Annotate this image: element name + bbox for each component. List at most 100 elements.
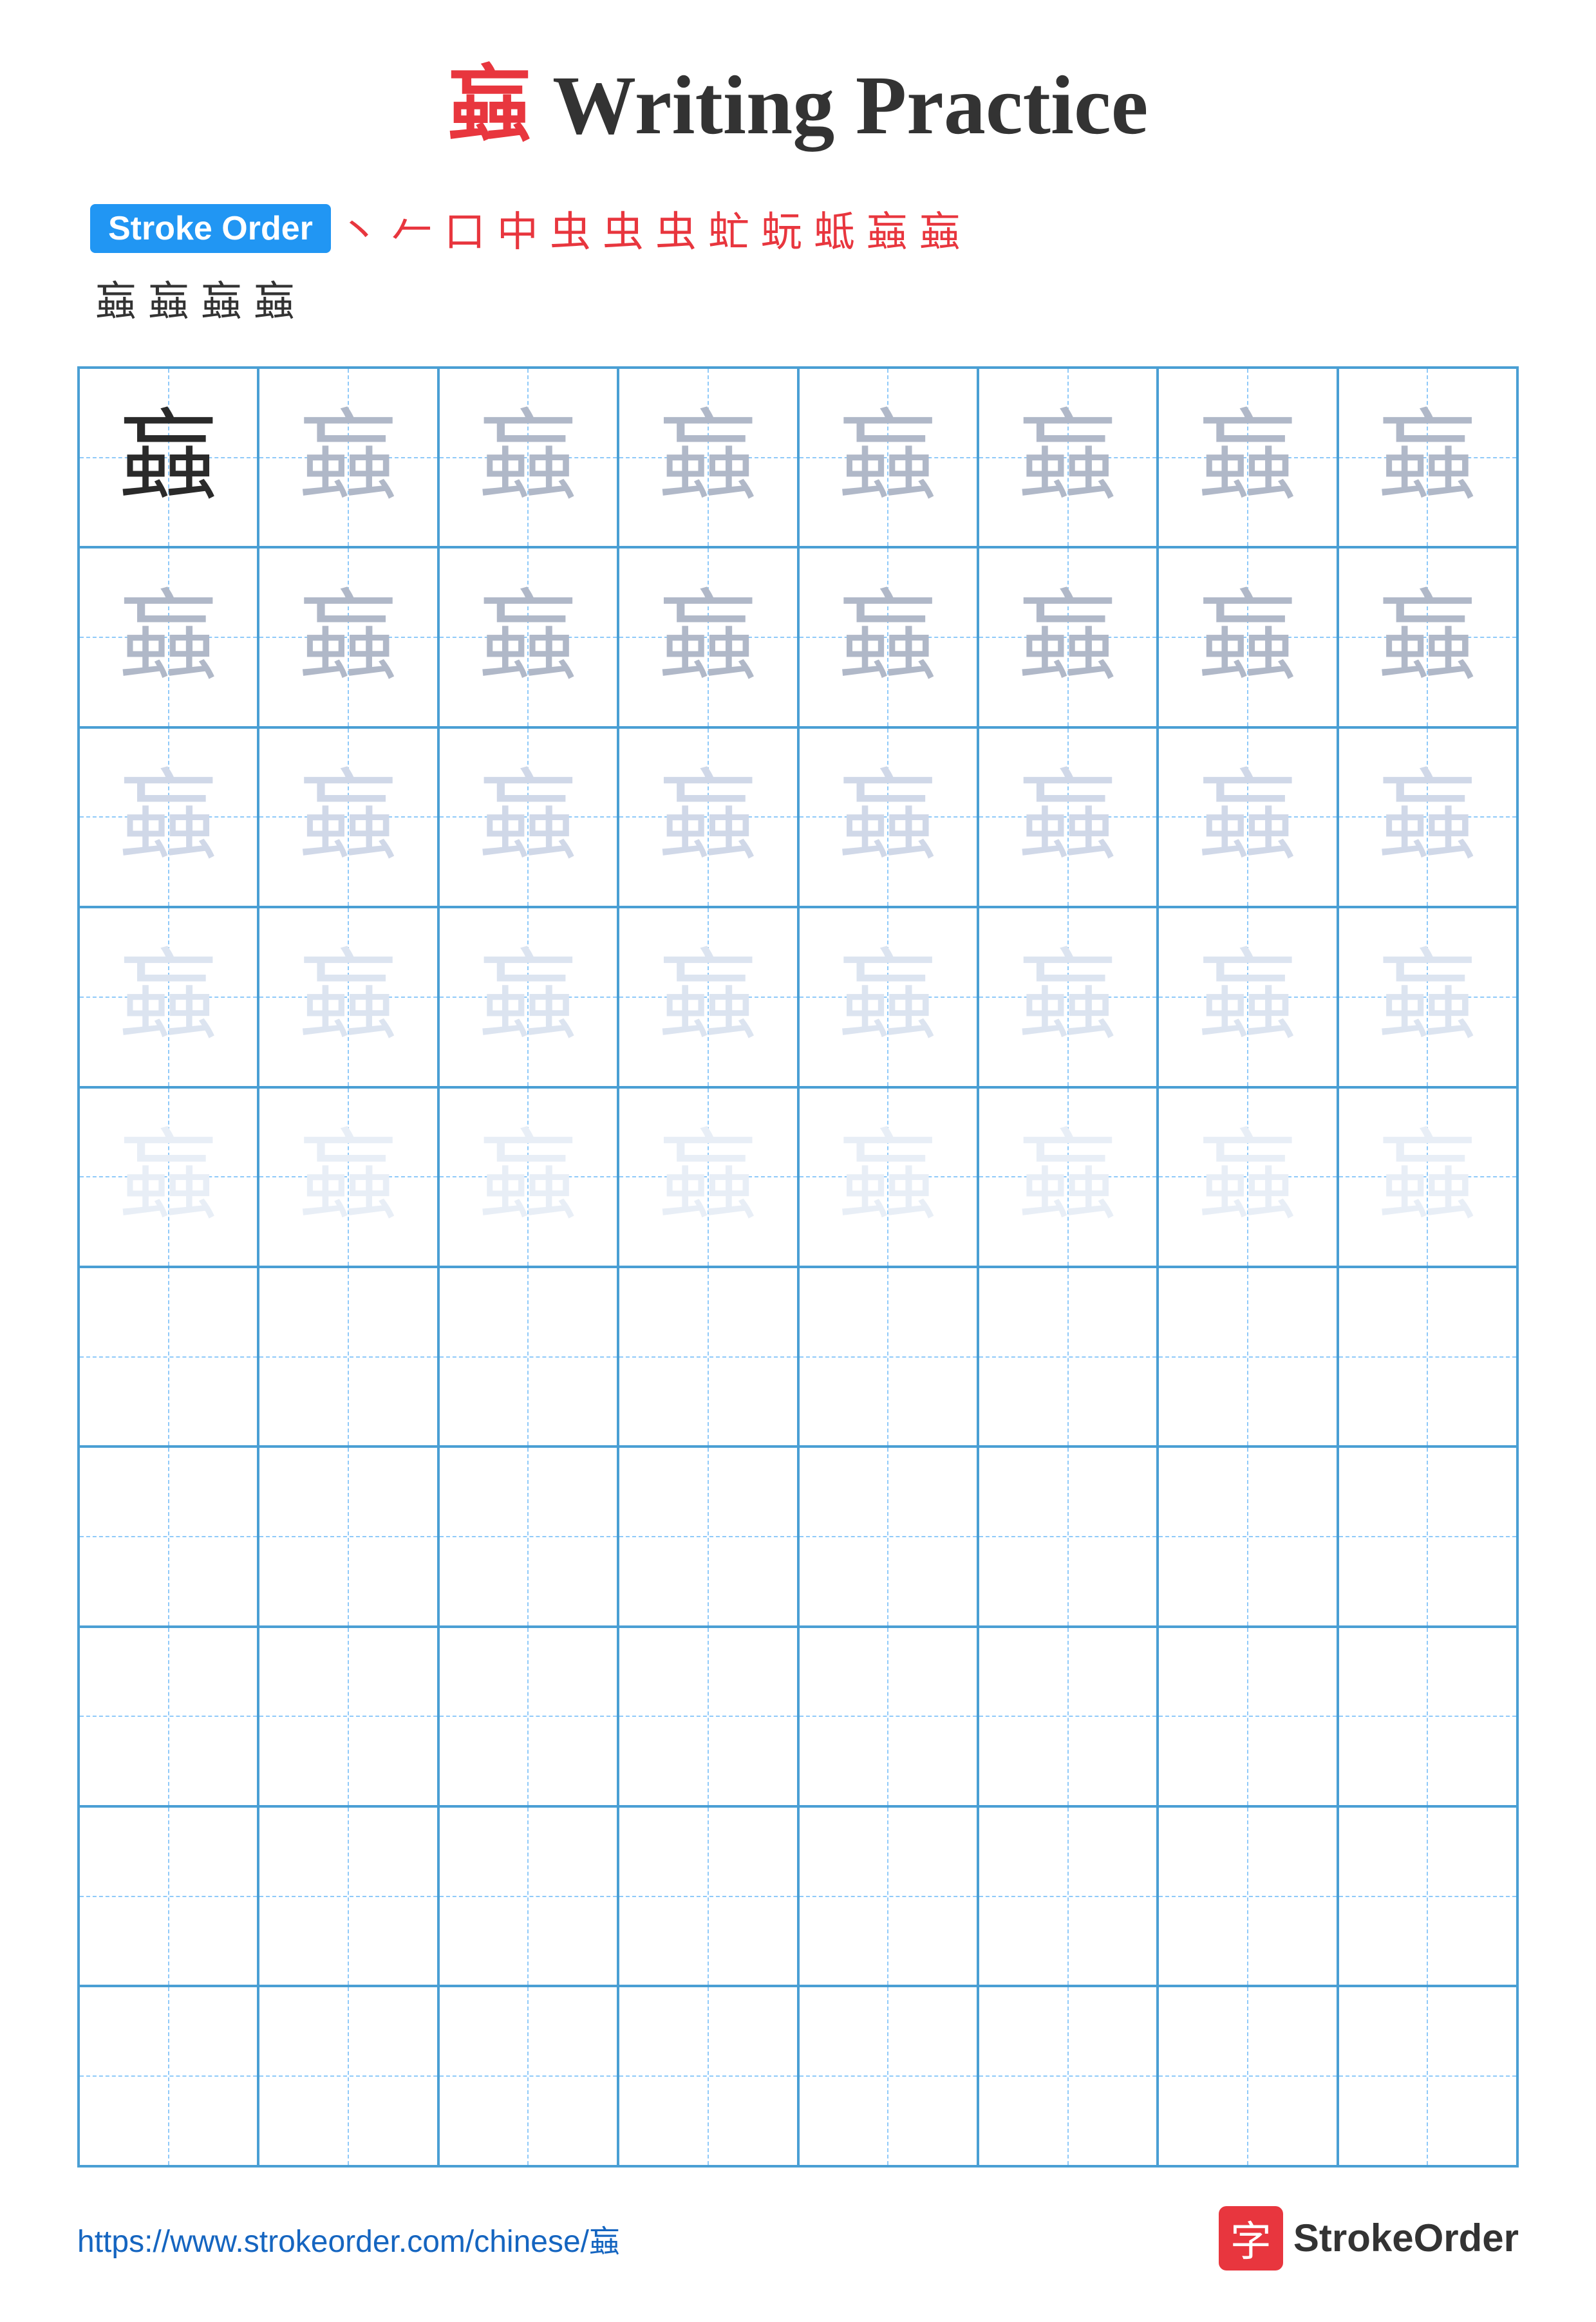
- grid-cell[interactable]: [798, 1986, 978, 2166]
- grid-cell[interactable]: [1158, 1986, 1337, 2166]
- grid-cell[interactable]: 蝱: [798, 547, 978, 727]
- grid-cell[interactable]: [79, 1806, 258, 1986]
- stroke-5: 虫: [550, 199, 591, 258]
- grid-cell[interactable]: [258, 1986, 438, 2166]
- grid-cell[interactable]: 蝱: [79, 368, 258, 547]
- grid-cell[interactable]: 蝱: [1158, 368, 1337, 547]
- grid-cell[interactable]: 蝱: [618, 1087, 798, 1267]
- grid-cell[interactable]: 蝱: [1158, 1087, 1337, 1267]
- grid-cell[interactable]: 蝱: [798, 907, 978, 1087]
- grid-cell[interactable]: [1158, 1806, 1337, 1986]
- grid-cell[interactable]: [258, 1627, 438, 1806]
- grid-cell[interactable]: [1338, 1627, 1517, 1806]
- grid-cell[interactable]: 蝱: [1158, 547, 1337, 727]
- grid-cell[interactable]: [798, 1806, 978, 1986]
- grid-cell[interactable]: 蝱: [618, 547, 798, 727]
- grid-cell[interactable]: [438, 1627, 618, 1806]
- grid-cell[interactable]: 蝱: [1338, 547, 1517, 727]
- grid-cell[interactable]: [79, 1267, 258, 1447]
- grid-cell[interactable]: 蝱: [258, 1087, 438, 1267]
- grid-cell[interactable]: 蝱: [978, 547, 1158, 727]
- grid-cell[interactable]: [438, 1806, 618, 1986]
- grid-cell[interactable]: [618, 1627, 798, 1806]
- grid-cell[interactable]: 蝱: [438, 1087, 618, 1267]
- stroke-r2-1: 蝱: [95, 268, 136, 328]
- practice-char: 蝱: [658, 1127, 758, 1227]
- practice-char: 蝱: [118, 407, 218, 507]
- grid-row-3: 蝱 蝱 蝱 蝱 蝱 蝱 蝱 蝱: [79, 727, 1517, 907]
- practice-char: 蝱: [478, 407, 578, 507]
- grid-cell[interactable]: [79, 1986, 258, 2166]
- grid-cell[interactable]: 蝱: [438, 907, 618, 1087]
- grid-cell[interactable]: 蝱: [79, 1087, 258, 1267]
- practice-char: 蝱: [838, 767, 938, 867]
- grid-cell[interactable]: 蝱: [1338, 727, 1517, 907]
- grid-cell[interactable]: [798, 1447, 978, 1626]
- grid-cell[interactable]: [258, 1447, 438, 1626]
- practice-char: 蝱: [838, 947, 938, 1047]
- title-suffix: Writing Practice: [532, 59, 1149, 152]
- grid-cell[interactable]: [1338, 1986, 1517, 2166]
- grid-row-5: 蝱 蝱 蝱 蝱 蝱 蝱 蝱 蝱: [79, 1087, 1517, 1267]
- grid-cell[interactable]: [978, 1627, 1158, 1806]
- grid-cell[interactable]: [1338, 1806, 1517, 1986]
- grid-cell[interactable]: [1158, 1627, 1337, 1806]
- grid-cell[interactable]: [1338, 1267, 1517, 1447]
- grid-cell[interactable]: [1158, 1267, 1337, 1447]
- practice-char: 蝱: [1378, 767, 1478, 867]
- grid-cell[interactable]: 蝱: [258, 727, 438, 907]
- grid-cell[interactable]: [258, 1267, 438, 1447]
- grid-cell[interactable]: 蝱: [978, 368, 1158, 547]
- grid-cell[interactable]: [978, 1267, 1158, 1447]
- grid-cell[interactable]: [79, 1447, 258, 1626]
- grid-cell[interactable]: [618, 1267, 798, 1447]
- grid-cell[interactable]: [438, 1447, 618, 1626]
- practice-char: 蝱: [478, 947, 578, 1047]
- grid-cell[interactable]: 蝱: [79, 907, 258, 1087]
- grid-cell[interactable]: 蝱: [1158, 727, 1337, 907]
- stroke-3: 口: [444, 199, 485, 258]
- grid-cell[interactable]: 蝱: [258, 907, 438, 1087]
- grid-cell[interactable]: [978, 1447, 1158, 1626]
- grid-cell[interactable]: 蝱: [438, 368, 618, 547]
- grid-cell[interactable]: 蝱: [258, 368, 438, 547]
- grid-cell[interactable]: 蝱: [618, 727, 798, 907]
- grid-cell[interactable]: 蝱: [978, 727, 1158, 907]
- grid-cell[interactable]: 蝱: [438, 547, 618, 727]
- grid-cell[interactable]: 蝱: [798, 727, 978, 907]
- grid-cell[interactable]: [438, 1267, 618, 1447]
- grid-cell[interactable]: [258, 1806, 438, 1986]
- grid-cell[interactable]: [798, 1267, 978, 1447]
- grid-cell[interactable]: 蝱: [438, 727, 618, 907]
- practice-char: 蝱: [1378, 947, 1478, 1047]
- grid-cell[interactable]: [79, 1627, 258, 1806]
- grid-cell[interactable]: [1158, 1447, 1337, 1626]
- grid-cell[interactable]: 蝱: [79, 727, 258, 907]
- grid-cell[interactable]: [618, 1986, 798, 2166]
- grid-cell[interactable]: 蝱: [798, 368, 978, 547]
- grid-cell[interactable]: 蝱: [618, 907, 798, 1087]
- grid-cell[interactable]: 蝱: [79, 547, 258, 727]
- stroke-11: 蝱: [867, 199, 908, 258]
- grid-cell[interactable]: 蝱: [258, 547, 438, 727]
- grid-cell[interactable]: [798, 1627, 978, 1806]
- practice-char: 蝱: [1018, 1127, 1118, 1227]
- grid-cell[interactable]: 蝱: [1158, 907, 1337, 1087]
- grid-cell[interactable]: 蝱: [1338, 907, 1517, 1087]
- grid-cell[interactable]: 蝱: [618, 368, 798, 547]
- grid-cell[interactable]: 蝱: [1338, 1087, 1517, 1267]
- grid-cell[interactable]: [1338, 1447, 1517, 1626]
- grid-cell[interactable]: 蝱: [978, 1087, 1158, 1267]
- footer-url[interactable]: https://www.strokeorder.com/chinese/蝱: [77, 2216, 620, 2261]
- grid-cell[interactable]: [618, 1447, 798, 1626]
- practice-char: 蝱: [1378, 1127, 1478, 1227]
- stroke-r2-4: 蝱: [254, 268, 295, 328]
- grid-cell[interactable]: 蝱: [1338, 368, 1517, 547]
- grid-cell[interactable]: 蝱: [978, 907, 1158, 1087]
- grid-cell[interactable]: [978, 1806, 1158, 1986]
- grid-cell[interactable]: [978, 1986, 1158, 2166]
- grid-cell[interactable]: [618, 1806, 798, 1986]
- grid-cell[interactable]: 蝱: [798, 1087, 978, 1267]
- stroke-12: 蝱: [919, 199, 961, 258]
- grid-cell[interactable]: [438, 1986, 618, 2166]
